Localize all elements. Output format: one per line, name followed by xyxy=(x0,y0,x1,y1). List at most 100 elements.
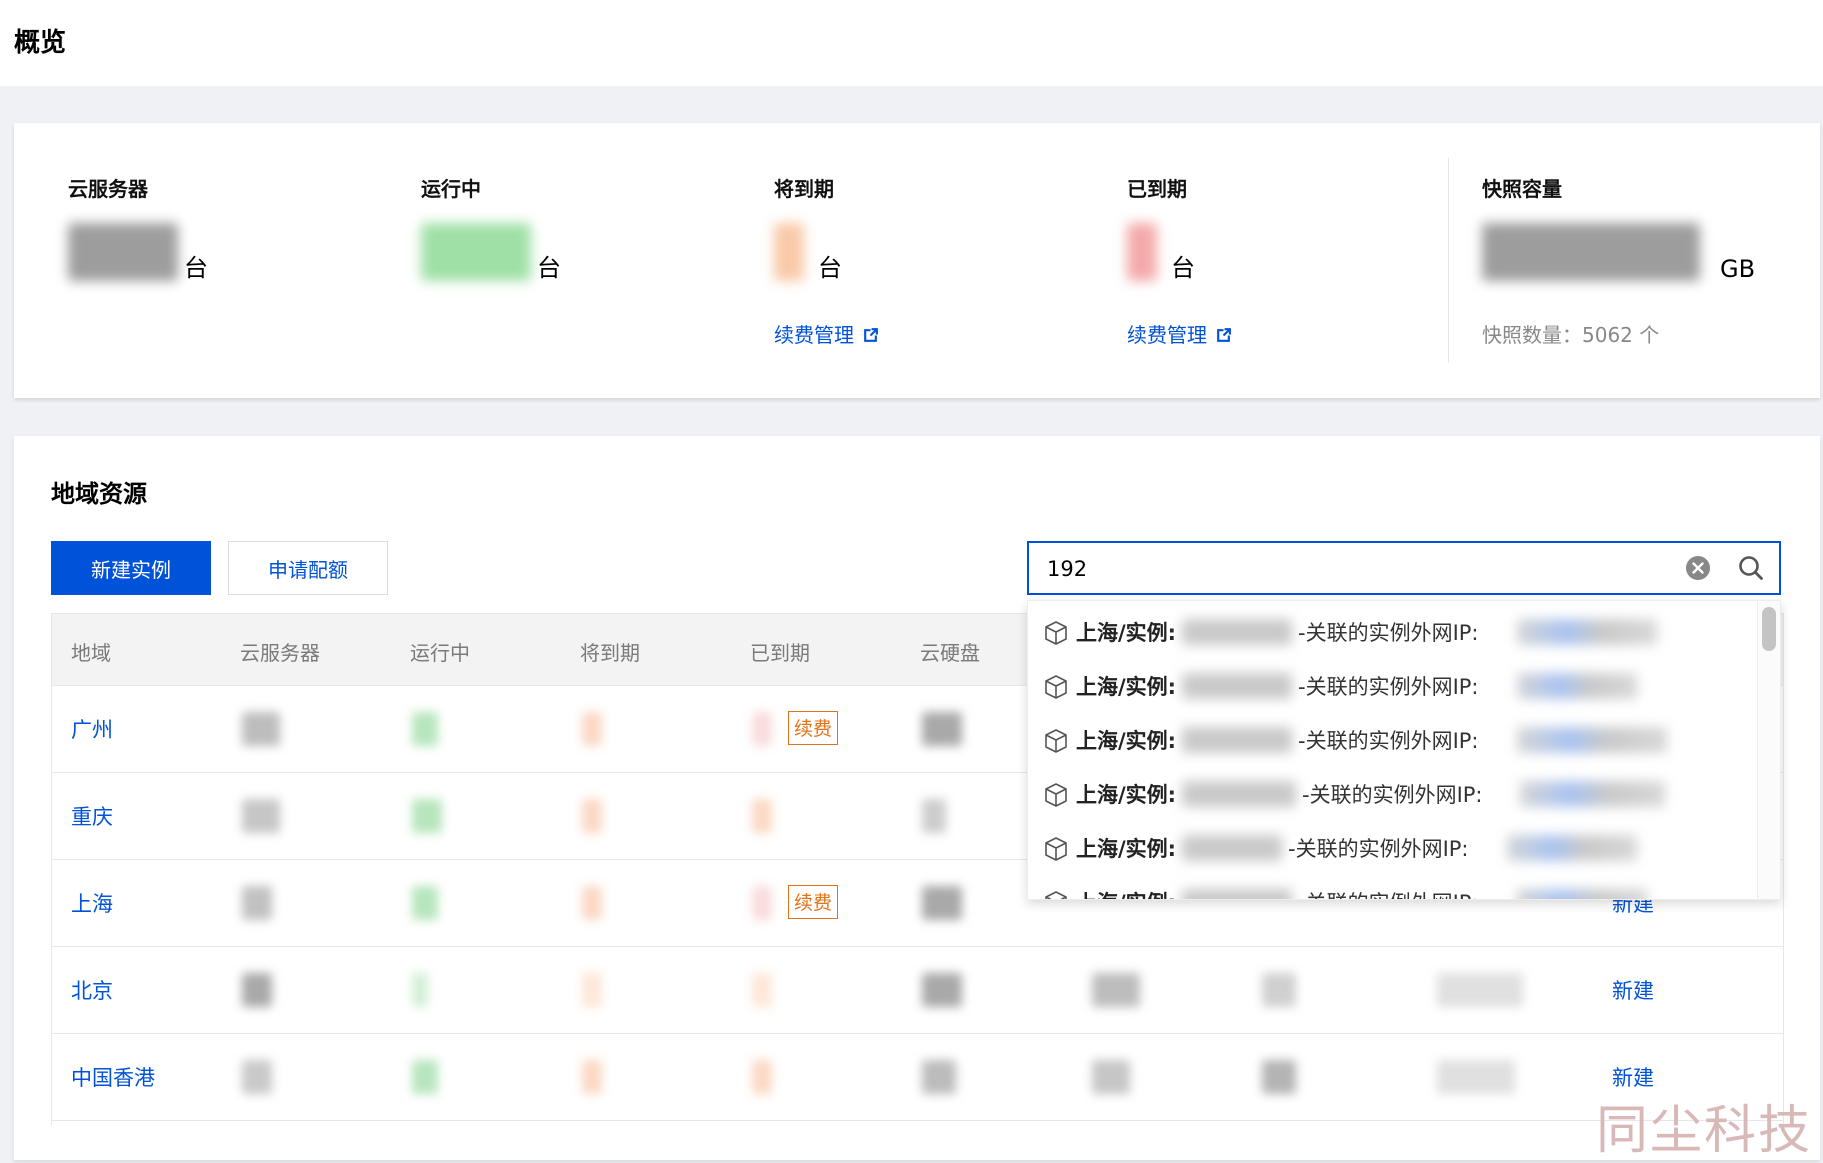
column-header: 运行中 xyxy=(410,641,470,665)
overview-label: 将到期 xyxy=(774,177,834,201)
new-instance-button[interactable]: 新建实例 xyxy=(51,541,211,595)
snapshot-count: 快照数量：5062 个 xyxy=(1482,323,1660,347)
renew-management-link[interactable]: 续费管理 xyxy=(774,319,879,348)
cell-value-hidden xyxy=(242,712,280,746)
instance-name-hidden xyxy=(1182,619,1292,645)
cell-value-hidden xyxy=(412,712,438,746)
overview-label: 快照容量 xyxy=(1482,177,1562,201)
cell-value-hidden xyxy=(582,712,602,746)
overview-card: 云服务器 台 运行中 台 将到期 台 续费管理 已到期 台 续费管理 快照容量 xyxy=(14,123,1820,398)
suggestion-ip-label: -关联的实例外网IP: xyxy=(1302,783,1483,807)
cell-value-hidden xyxy=(752,712,772,746)
apply-quota-button[interactable]: 申请配额 xyxy=(228,541,388,595)
overview-label: 运行中 xyxy=(421,177,481,201)
column-header: 云硬盘 xyxy=(920,641,980,665)
suggestion-prefix: 上海/实例: xyxy=(1076,675,1177,699)
cell-value-hidden xyxy=(582,973,602,1007)
watermark: 同尘科技 xyxy=(1596,1101,1813,1161)
cell-value-hidden xyxy=(242,799,280,833)
cell-value-hidden xyxy=(582,1060,602,1094)
instance-name-hidden xyxy=(1182,835,1282,861)
renew-management-link[interactable]: 续费管理 xyxy=(1127,319,1232,348)
search-input[interactable] xyxy=(1045,543,1649,595)
overview-value-hidden xyxy=(774,223,804,281)
cell-value-hidden xyxy=(922,799,946,833)
overview-snapshot: 快照容量 GB xyxy=(1482,173,1755,287)
suggestion-prefix: 上海/实例: xyxy=(1076,729,1177,753)
instance-name-hidden xyxy=(1182,889,1292,899)
region-link[interactable]: 中国香港 xyxy=(71,1062,155,1092)
table-row: 北京 新建 xyxy=(52,947,1783,1034)
overview-unit: 台 xyxy=(537,254,561,282)
cell-value-hidden xyxy=(242,973,272,1007)
suggestion-item[interactable]: 上海/实例: -关联的实例外网IP: xyxy=(1042,603,1742,657)
suggestion-ip-label: -关联的实例外网IP: xyxy=(1298,887,1479,899)
cell-value-hidden xyxy=(242,886,272,920)
overview-unit: 台 xyxy=(818,254,842,282)
cell-value-hidden xyxy=(922,1060,956,1094)
overview-value-hidden xyxy=(1482,223,1700,281)
cell-value-hidden xyxy=(922,886,962,920)
scrollbar-thumb[interactable] xyxy=(1762,607,1776,651)
renew-tag[interactable]: 续费 xyxy=(788,885,839,919)
region-link[interactable]: 上海 xyxy=(71,888,113,918)
overview-unit: 台 xyxy=(184,254,208,282)
instance-cube-icon xyxy=(1045,891,1067,899)
instance-name-hidden xyxy=(1182,727,1292,753)
renew-management-label: 续费管理 xyxy=(1127,323,1207,347)
region-title: 地域资源 xyxy=(51,480,147,508)
cell-value-hidden xyxy=(412,973,428,1007)
ip-hidden xyxy=(1517,727,1667,753)
overview-running: 运行中 台 xyxy=(421,173,561,287)
cell-value-hidden xyxy=(752,973,772,1007)
suggestion-item[interactable]: 上海/实例: -关联的实例外网IP: xyxy=(1042,819,1742,873)
instance-name-hidden xyxy=(1182,673,1292,699)
cell-value-hidden xyxy=(1437,1060,1515,1094)
column-header: 将到期 xyxy=(580,641,640,665)
ip-hidden xyxy=(1517,673,1637,699)
cell-value-hidden xyxy=(412,1060,438,1094)
instance-name-hidden xyxy=(1182,781,1296,807)
overview-expiring: 将到期 台 xyxy=(774,173,842,287)
instance-cube-icon xyxy=(1045,837,1067,861)
cell-value-hidden xyxy=(1437,973,1523,1007)
suggestion-prefix: 上海/实例: xyxy=(1076,783,1177,807)
cell-value-hidden xyxy=(242,1060,272,1094)
suggestion-prefix: 上海/实例: xyxy=(1076,887,1176,899)
search-box xyxy=(1027,541,1781,595)
cell-value-hidden xyxy=(922,973,962,1007)
suggestion-ip-label: -关联的实例外网IP: xyxy=(1298,729,1479,753)
page-header: 概览 xyxy=(0,0,1823,86)
search-suggestion-dropdown: 上海/实例: -关联的实例外网IP: 上海/实例: -关联的实例外网IP: 上海… xyxy=(1027,600,1781,900)
overview-label: 已到期 xyxy=(1127,177,1187,201)
overview-divider xyxy=(1448,158,1449,363)
search-icon[interactable] xyxy=(1737,554,1765,582)
suggestion-item[interactable]: 上海/实例: -关联的实例外网IP: xyxy=(1042,711,1742,765)
ip-hidden xyxy=(1507,835,1637,861)
cell-value-hidden xyxy=(582,799,602,833)
suggestion-prefix: 上海/实例: xyxy=(1076,621,1177,645)
cell-value-hidden xyxy=(752,799,772,833)
instance-cube-icon xyxy=(1045,675,1067,699)
region-link[interactable]: 重庆 xyxy=(71,801,113,831)
region-link[interactable]: 北京 xyxy=(71,975,113,1005)
renew-tag[interactable]: 续费 xyxy=(788,711,839,745)
clear-icon[interactable] xyxy=(1685,555,1711,581)
ip-hidden xyxy=(1517,889,1647,899)
scrollbar-track[interactable] xyxy=(1757,601,1780,899)
suggestion-item[interactable]: 上海/实例: -关联的实例外网IP: xyxy=(1042,765,1742,819)
ip-hidden xyxy=(1517,619,1657,645)
overview-expired: 已到期 台 xyxy=(1127,173,1195,287)
column-header: 地域 xyxy=(71,641,111,665)
suggestion-item[interactable]: 上海/实例: -关联的实例外网IP: xyxy=(1042,657,1742,711)
region-link[interactable]: 广州 xyxy=(71,714,113,744)
cell-value-hidden xyxy=(1092,1060,1130,1094)
cell-value-hidden xyxy=(412,799,442,833)
overview-value-hidden xyxy=(1127,223,1157,281)
cell-value-hidden xyxy=(582,886,602,920)
overview-value-hidden xyxy=(68,223,178,281)
create-link[interactable]: 新建 xyxy=(1612,975,1654,1005)
instance-cube-icon xyxy=(1045,621,1067,645)
page-title: 概览 xyxy=(14,28,67,58)
suggestion-item[interactable]: 上海/实例: -关联的实例外网IP: xyxy=(1042,873,1742,899)
